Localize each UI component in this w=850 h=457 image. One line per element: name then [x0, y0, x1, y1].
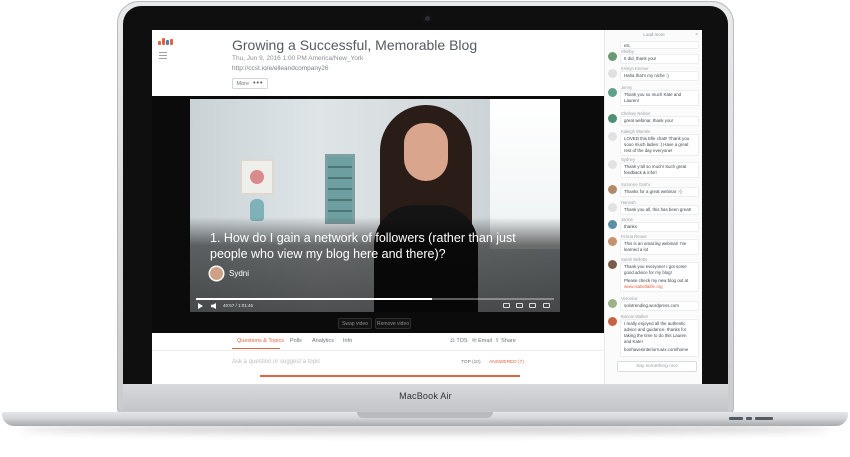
- video-progress-fill: [196, 298, 433, 300]
- chat-panel: Load more × etc. Shelby It did, thank you…: [604, 30, 702, 384]
- webcam-icon: [423, 14, 432, 23]
- chat-avatar: [608, 203, 617, 212]
- chat-avatar: [608, 220, 617, 229]
- scene-wall-art: [242, 161, 272, 193]
- video-progress-bar[interactable]: [196, 298, 554, 300]
- event-datetime: Thu, Jun 9, 2016 1:00 PM America/New_Yor…: [232, 55, 364, 62]
- laptop-brand: MacBook Air: [399, 391, 452, 401]
- chat-message-text: Thank you everyone! I got some good advi…: [620, 262, 699, 292]
- video-controls: 40:57 / 1:01:46: [190, 295, 560, 312]
- youtube-icon[interactable]: [529, 303, 536, 308]
- chat-avatar: [608, 160, 617, 169]
- sort-top[interactable]: TOP (10): [461, 360, 481, 365]
- divider: [152, 350, 604, 351]
- laptop-chin: MacBook Air: [123, 384, 728, 411]
- remove-video-button[interactable]: Remove video: [375, 318, 411, 329]
- more-button-label: More: [236, 80, 250, 87]
- tab-bar: Questions & Topics Polls Analytics Info …: [152, 333, 604, 350]
- tab-polls[interactable]: Polls: [290, 338, 302, 344]
- load-more-link[interactable]: Load more: [605, 32, 702, 41]
- questions-accent-bar: [260, 375, 520, 377]
- close-icon[interactable]: ×: [695, 32, 698, 38]
- chat-message-text: I really enjoyed all the authentic advic…: [620, 319, 699, 357]
- chat-message-text: Haha that's my niche :): [620, 71, 699, 81]
- thunderbolt-port-icon: [755, 417, 773, 420]
- chat-message-text: Thank you so much Kate and Lauren!: [620, 90, 699, 106]
- video-time: 40:57 / 1:01:46: [223, 303, 254, 308]
- chat-message-text: It did, thank you!: [620, 54, 699, 64]
- chat-avatar: [608, 88, 617, 97]
- event-title: Growing a Successful, Memorable Blog: [232, 37, 478, 53]
- event-url[interactable]: http://ccst.io/e/elleandcompany26: [232, 65, 328, 72]
- chat-avatar: [608, 114, 617, 123]
- speaker-avatar: [210, 267, 223, 280]
- app-screen: Growing a Successful, Memorable Blog Thu…: [152, 30, 702, 384]
- ask-question-input[interactable]: Ask a question or suggest a topic: [232, 359, 320, 365]
- sort-answered[interactable]: ANSWERED (7): [489, 360, 524, 365]
- chat-message-text: great webinar, thank you!: [620, 116, 699, 126]
- chat-message-text: This is an amazing webinar! I've learned…: [620, 239, 699, 255]
- chat-avatar: [608, 237, 617, 246]
- video-player[interactable]: 1. How do I gain a network of followers …: [190, 99, 560, 312]
- chat-message-text: solotrending.wordpress.com: [620, 301, 699, 311]
- play-icon[interactable]: [198, 303, 203, 309]
- chat-message-text: Thanks for a great webinar :-): [620, 187, 699, 197]
- laptop-mockup: MacBook Air Growing a Successful, Memora…: [0, 0, 850, 457]
- volume-icon[interactable]: [211, 303, 216, 309]
- speaker-name: Sydni: [229, 269, 250, 278]
- email-link[interactable]: ✉ Email: [472, 338, 492, 344]
- scene-books: [328, 157, 352, 221]
- chat-message-text: Thank you all, this has been great!: [620, 205, 699, 215]
- menu-icon[interactable]: [159, 52, 167, 61]
- chat-message-text: etc.: [620, 41, 699, 49]
- chat-avatar: [608, 317, 617, 326]
- chat-avatar: [608, 185, 617, 194]
- chat-avatar: [608, 299, 617, 308]
- video-area: 1. How do I gain a network of followers …: [152, 96, 604, 333]
- video-caption: 1. How do I gain a network of followers …: [210, 231, 516, 261]
- chat-message-text: Thank y'all so much! Such great feedback…: [620, 162, 699, 178]
- share-link[interactable]: ⇪ Share: [495, 338, 516, 344]
- captions-icon[interactable]: [503, 303, 510, 308]
- chat-message-text: LOVED this Elle chat!! Thank you sooo mu…: [620, 134, 699, 156]
- swap-video-button[interactable]: Swap video: [338, 318, 372, 329]
- tab-questions-topics[interactable]: Questions & Topics: [237, 338, 284, 344]
- chat-avatar: [608, 132, 617, 141]
- tos-link[interactable]: ⚖ TOS: [450, 338, 468, 344]
- chat-avatar: [608, 69, 617, 78]
- chat-message-text: thanks: [620, 222, 699, 232]
- tab-analytics[interactable]: Analytics: [312, 338, 334, 344]
- tab-info[interactable]: Info: [343, 338, 352, 344]
- app-logo-icon[interactable]: [158, 38, 173, 45]
- chat-link[interactable]: www.isabellalife.org: [624, 284, 695, 290]
- more-dots-icon: •••: [253, 80, 264, 87]
- chat-input[interactable]: Say something nice: [617, 361, 697, 372]
- settings-icon[interactable]: [516, 303, 523, 308]
- more-button[interactable]: More •••: [232, 78, 268, 89]
- caption-speaker: Sydni: [210, 267, 249, 280]
- usb-port-icon: [729, 417, 743, 420]
- fullscreen-icon[interactable]: [543, 303, 550, 308]
- audio-port-icon: [746, 417, 752, 420]
- laptop-notch: [357, 412, 493, 418]
- chat-avatar: [608, 52, 617, 61]
- active-tab-underline: [232, 348, 280, 349]
- chat-avatar: [608, 260, 617, 269]
